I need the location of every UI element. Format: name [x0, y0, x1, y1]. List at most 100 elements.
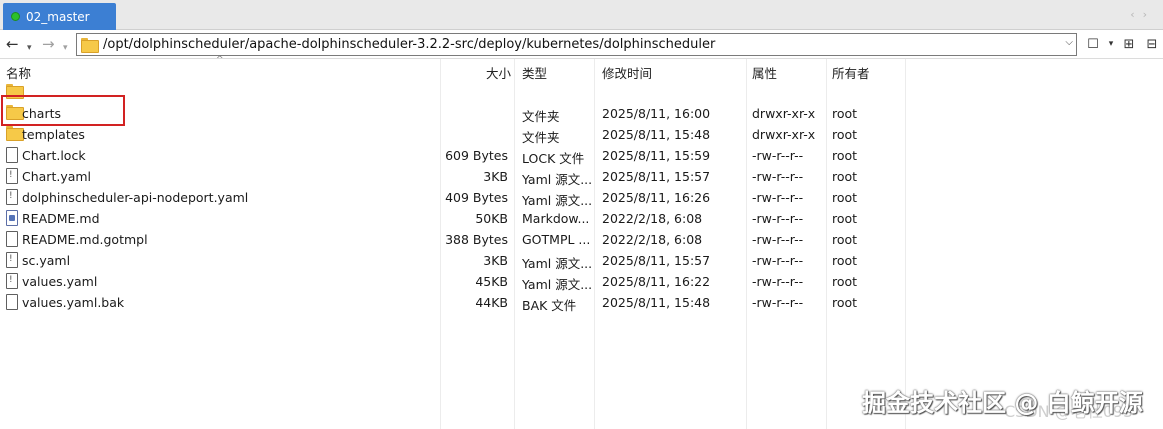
file-name: Chart.yaml	[22, 169, 92, 184]
file-attributes: -rw-r--r--	[752, 295, 804, 310]
file-row[interactable]: templates 文件夹 2025/8/11, 15:48 drwxr-xr-…	[0, 124, 1163, 145]
file-type: Markdow...	[522, 211, 590, 226]
file-owner: root	[832, 148, 858, 163]
column-header-attributes[interactable]: 属性	[752, 63, 777, 82]
file-modified: 2022/2/18, 6:08	[602, 211, 703, 226]
yaml-file-icon	[6, 168, 18, 187]
collapse-panel-icon[interactable]: ⊟	[1143, 34, 1161, 54]
file-modified: 2025/8/11, 15:57	[602, 169, 711, 184]
column-header-modified[interactable]: 修改时间	[602, 63, 652, 82]
file-row[interactable]: Chart.lock 609 Bytes LOCK 文件 2025/8/11, …	[0, 145, 1163, 166]
folder-icon	[81, 38, 99, 53]
file-size: 3KB	[483, 169, 508, 184]
file-owner: root	[832, 232, 858, 247]
file-attributes: drwxr-xr-x	[752, 127, 816, 142]
file-modified: 2025/8/11, 16:00	[602, 106, 711, 121]
file-row[interactable]: Chart.yaml 3KB Yaml 源文... 2025/8/11, 15:…	[0, 166, 1163, 187]
file-owner: root	[832, 253, 858, 268]
tab-scroll-controls[interactable]: ‹›	[1130, 8, 1155, 21]
file-name: values.yaml	[22, 274, 98, 289]
watermark-text: 掘金技术社区 @ 白鲸开源	[862, 389, 1143, 417]
file-owner: root	[832, 127, 858, 142]
forward-arrow-icon[interactable]: →	[42, 35, 55, 53]
file-attributes: -rw-r--r--	[752, 169, 804, 184]
file-row[interactable]: charts 文件夹 2025/8/11, 16:00 drwxr-xr-x r…	[0, 103, 1163, 124]
file-type: 文件夹	[522, 109, 560, 124]
file-row[interactable]: values.yaml.bak 44KB BAK 文件 2025/8/11, 1…	[0, 292, 1163, 313]
file-modified: 2025/8/11, 15:48	[602, 127, 711, 142]
file-size: 45KB	[475, 274, 508, 289]
file-modified: 2022/2/18, 6:08	[602, 232, 703, 247]
back-arrow-icon[interactable]: ←	[6, 35, 19, 53]
connection-status-icon	[11, 12, 20, 21]
back-history-dropdown-icon[interactable]: ▾	[27, 39, 32, 57]
file-row[interactable]: README.md.gotmpl 388 Bytes GOTMPL ... 20…	[0, 229, 1163, 250]
file-size: 609 Bytes	[445, 148, 508, 163]
file-icon	[6, 294, 18, 313]
file-modified: 2025/8/11, 16:26	[602, 190, 711, 205]
session-tab[interactable]: 02_master	[3, 3, 116, 30]
file-row[interactable]: README.md 50KB Markdow... 2022/2/18, 6:0…	[0, 208, 1163, 229]
right-toolbar: ☐ ▾ ⊞ ⊟	[1084, 34, 1161, 54]
file-name: templates	[22, 127, 85, 142]
file-row[interactable]: dolphinscheduler-api-nodeport.yaml 409 B…	[0, 187, 1163, 208]
file-row[interactable]: sc.yaml 3KB Yaml 源文... 2025/8/11, 15:57 …	[0, 250, 1163, 271]
file-type: Yaml 源文...	[522, 172, 593, 187]
file-type: BAK 文件	[522, 298, 577, 313]
path-history-dropdown-icon[interactable]: ⌵	[1065, 37, 1073, 48]
tab-scroll-right-icon[interactable]: ›	[1143, 8, 1155, 21]
forward-history-dropdown-icon[interactable]: ▾	[63, 39, 68, 57]
file-modified: 2025/8/11, 15:57	[602, 253, 711, 268]
new-folder-icon[interactable]: ⊞	[1120, 34, 1138, 54]
file-type: LOCK 文件	[522, 151, 585, 166]
file-owner: root	[832, 274, 858, 289]
file-name: dolphinscheduler-api-nodeport.yaml	[22, 190, 249, 205]
file-owner: root	[832, 295, 858, 310]
file-type: GOTMPL ...	[522, 232, 591, 247]
file-size: 3KB	[483, 253, 508, 268]
file-type: 文件夹	[522, 130, 560, 145]
file-owner: root	[832, 190, 858, 205]
column-header-size[interactable]: 大小	[486, 63, 511, 82]
path-text: /opt/dolphinscheduler/apache-dolphinsche…	[103, 37, 716, 52]
file-row[interactable]: values.yaml 45KB Yaml 源文... 2025/8/11, 1…	[0, 271, 1163, 292]
address-toolbar: ← ▾ → ▾ /opt/dolphinscheduler/apache-dol…	[0, 30, 1163, 59]
path-input[interactable]: /opt/dolphinscheduler/apache-dolphinsche…	[76, 33, 1077, 56]
file-name: README.md.gotmpl	[22, 232, 148, 247]
sort-ascending-icon: ^	[216, 55, 224, 65]
folder-icon	[6, 126, 24, 142]
bookmark-icon[interactable]: ☐	[1084, 34, 1102, 54]
file-size: 388 Bytes	[445, 232, 508, 247]
file-icon	[6, 231, 18, 250]
file-attributes: -rw-r--r--	[752, 274, 804, 289]
yaml-file-icon	[6, 189, 18, 208]
file-size: 50KB	[475, 211, 508, 226]
file-size: 409 Bytes	[445, 190, 508, 205]
file-name: Chart.lock	[22, 148, 86, 163]
file-attributes: -rw-r--r--	[752, 232, 804, 247]
yaml-file-icon	[6, 273, 18, 292]
column-header-name[interactable]: 名称	[6, 63, 31, 82]
file-name: values.yaml.bak	[22, 295, 125, 310]
file-modified: 2025/8/11, 15:48	[602, 295, 711, 310]
file-type: Yaml 源文...	[522, 277, 593, 292]
markdown-file-icon	[6, 210, 18, 229]
file-attributes: -rw-r--r--	[752, 253, 804, 268]
file-owner: root	[832, 106, 858, 121]
file-list: .. charts 文件夹 2025/8/11, 16:00 drwxr-xr-…	[0, 82, 1163, 313]
file-modified: 2025/8/11, 15:59	[602, 148, 711, 163]
file-size: 44KB	[475, 295, 508, 310]
tab-bar: 02_master ‹›	[0, 0, 1163, 30]
file-type: Yaml 源文...	[522, 193, 593, 208]
file-attributes: -rw-r--r--	[752, 211, 804, 226]
file-owner: root	[832, 169, 858, 184]
tab-scroll-left-icon[interactable]: ‹	[1130, 8, 1142, 21]
file-row-parent[interactable]: ..	[0, 82, 1163, 103]
column-header-owner[interactable]: 所有者	[832, 63, 870, 82]
session-tab-label: 02_master	[26, 9, 90, 24]
file-owner: root	[832, 211, 858, 226]
file-attributes: -rw-r--r--	[752, 148, 804, 163]
column-header-type[interactable]: 类型	[522, 63, 547, 82]
bookmark-dropdown-icon[interactable]: ▾	[1107, 34, 1115, 54]
yaml-file-icon	[6, 252, 18, 271]
